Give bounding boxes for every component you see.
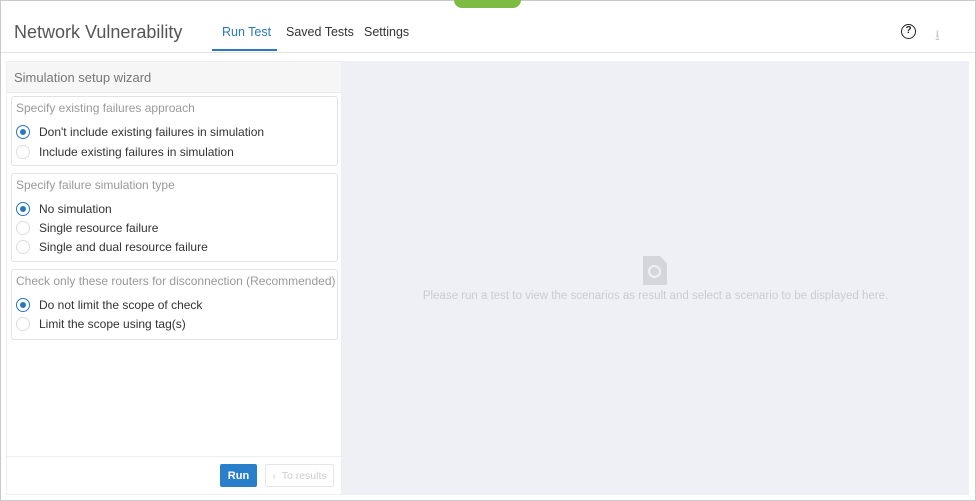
option-label: Limit the scope using tag(s) xyxy=(39,317,186,331)
download-icon[interactable]: ⭳ xyxy=(935,25,940,49)
radio-icon[interactable] xyxy=(16,240,30,254)
section-heading: Specify existing failures approach xyxy=(16,101,195,115)
run-button[interactable]: Run xyxy=(220,464,257,487)
wizard-panel: Simulation setup wizard Specify existing… xyxy=(6,61,342,495)
radio-no-simulation[interactable]: No simulation xyxy=(16,202,112,216)
radio-no-limit[interactable]: Do not limit the scope of check xyxy=(16,298,202,312)
tab-run-test[interactable]: Run Test xyxy=(222,25,271,39)
section-heading: Specify failure simulation type xyxy=(16,178,175,192)
radio-include[interactable]: Include existing failures in simulation xyxy=(16,145,234,159)
radio-icon[interactable] xyxy=(16,317,30,331)
to-results-button[interactable]: › To results xyxy=(265,464,334,487)
radio-single-dual-failure[interactable]: Single and dual resource failure xyxy=(16,240,208,254)
active-tab-indicator xyxy=(212,49,277,51)
chevron-right-icon: › xyxy=(272,469,282,482)
radio-icon[interactable] xyxy=(16,145,30,159)
radio-icon[interactable] xyxy=(16,202,30,216)
radio-icon[interactable] xyxy=(16,221,30,235)
radio-dont-include[interactable]: Don't include existing failures in simul… xyxy=(16,125,264,139)
option-label: No simulation xyxy=(39,202,112,216)
results-panel: Please run a test to view the scenarios … xyxy=(342,61,969,495)
option-label: Include existing failures in simulation xyxy=(39,145,234,159)
radio-icon[interactable] xyxy=(16,125,30,139)
option-label: Single and dual resource failure xyxy=(39,240,208,254)
to-results-label: To results xyxy=(281,469,327,482)
empty-message: Please run a test to view the scenarios … xyxy=(422,290,889,302)
tab-settings[interactable]: Settings xyxy=(364,25,409,39)
wizard-footer: Run › To results xyxy=(7,456,341,494)
router-scope-section: Check only these routers for disconnecti… xyxy=(11,269,338,340)
option-label: Single resource failure xyxy=(39,221,159,235)
radio-limit-tags[interactable]: Limit the scope using tag(s) xyxy=(16,317,186,331)
header: Network Vulnerability Run Test Saved Tes… xyxy=(1,1,975,53)
app-title: Network Vulnerability xyxy=(14,22,183,42)
wizard-title: Simulation setup wizard xyxy=(7,62,341,93)
option-label: Don't include existing failures in simul… xyxy=(39,125,265,139)
radio-single-failure[interactable]: Single resource failure xyxy=(16,221,158,235)
simulation-type-section: Specify failure simulation type No simul… xyxy=(11,173,338,262)
radio-icon[interactable] xyxy=(16,298,30,312)
tab-saved-tests[interactable]: Saved Tests xyxy=(286,25,354,39)
document-search-icon xyxy=(643,256,667,285)
help-icon[interactable]: ? xyxy=(901,24,916,39)
section-heading: Check only these routers for disconnecti… xyxy=(16,274,336,288)
option-label: Do not limit the scope of check xyxy=(39,298,203,312)
existing-failures-section: Specify existing failures approach Don't… xyxy=(11,96,338,166)
